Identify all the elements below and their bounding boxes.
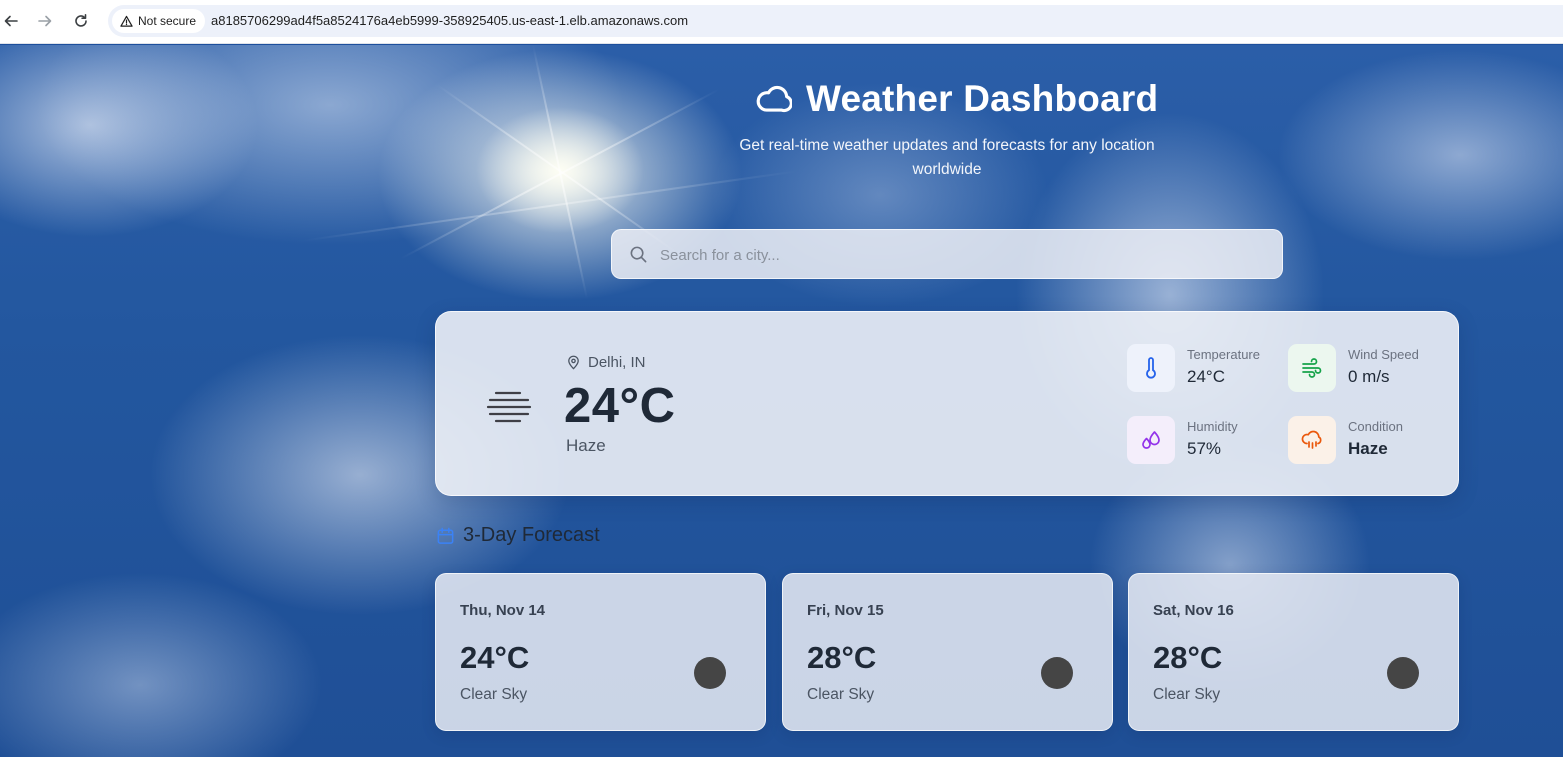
haze-icon	[486, 391, 532, 423]
cloud-rain-icon	[1288, 416, 1336, 464]
forecast-date: Sat, Nov 16	[1153, 602, 1234, 619]
page-title: Weather Dashboard	[806, 78, 1159, 119]
metric-wind-speed: Wind Speed 0 m/s	[1288, 344, 1419, 392]
sun-ray	[531, 45, 589, 300]
forecast-temperature: 28°C	[807, 640, 877, 675]
metric-value: Haze	[1348, 439, 1388, 458]
current-weather-card: Delhi, IN 24°C Haze Temperature 24°C Win…	[435, 311, 1459, 496]
page-header: Weather Dashboard	[754, 78, 1158, 120]
location-name: Delhi, IN	[588, 354, 646, 371]
page-subtitle: Get real-time weather updates and foreca…	[739, 137, 1155, 178]
forecast-temperature: 24°C	[460, 640, 530, 675]
reload-icon[interactable]	[70, 10, 92, 32]
metric-value: 57%	[1187, 439, 1222, 458]
location: Delhi, IN	[566, 354, 646, 371]
weather-icon	[1387, 657, 1419, 689]
forecast-condition: Clear Sky	[460, 686, 528, 703]
droplets-icon	[1127, 416, 1175, 464]
forecast-date: Thu, Nov 14	[460, 602, 546, 619]
browser-toolbar: Not secure a8185706299ad4f5a8524176a4eb5…	[0, 0, 1563, 44]
metric-value: 0 m/s	[1348, 367, 1390, 386]
address-bar[interactable]: Not secure a8185706299ad4f5a8524176a4eb5…	[108, 5, 1563, 37]
metric-humidity: Humidity 57%	[1127, 416, 1238, 464]
forecast-heading-text: 3-Day Forecast	[463, 524, 600, 546]
search-input[interactable]	[660, 242, 1260, 268]
forecast-date: Fri, Nov 15	[807, 602, 884, 619]
forecast-condition: Clear Sky	[807, 686, 875, 703]
forecast-card: Thu, Nov 14 24°C Clear Sky	[435, 573, 766, 731]
map-pin-icon	[568, 355, 579, 370]
forecast-card: Sat, Nov 16 28°C Clear Sky	[1128, 573, 1459, 731]
back-arrow-icon[interactable]	[0, 10, 22, 32]
weather-icon	[694, 657, 726, 689]
metric-label: Humidity	[1187, 419, 1238, 434]
weather-icon	[1041, 657, 1073, 689]
metric-condition: Condition Haze	[1288, 416, 1403, 464]
current-condition: Haze	[566, 436, 606, 455]
metric-label: Wind Speed	[1348, 347, 1419, 362]
forecast-temperature: 28°C	[1153, 640, 1223, 675]
security-indicator[interactable]: Not secure	[112, 9, 206, 33]
forecast-card: Fri, Nov 15 28°C Clear Sky	[782, 573, 1113, 731]
thermometer-icon	[1127, 344, 1175, 392]
forward-arrow-icon[interactable]	[34, 10, 56, 32]
wind-icon	[1288, 344, 1336, 392]
warning-icon	[120, 15, 133, 27]
search-box[interactable]	[611, 229, 1283, 279]
url-text[interactable]: a8185706299ad4f5a8524176a4eb5999-3589254…	[211, 13, 688, 28]
metric-label: Condition	[1348, 419, 1403, 434]
forecast-heading: 3-Day Forecast	[436, 524, 600, 547]
security-label: Not secure	[138, 14, 197, 28]
current-temperature: 24°C	[564, 379, 676, 433]
cloud-icon	[756, 85, 792, 113]
metric-label: Temperature	[1187, 347, 1260, 362]
forecast-condition: Clear Sky	[1153, 686, 1221, 703]
calendar-icon	[437, 527, 454, 544]
metric-value: 24°C	[1187, 367, 1225, 386]
search-icon	[630, 246, 647, 263]
metric-temperature: Temperature 24°C	[1127, 344, 1260, 392]
